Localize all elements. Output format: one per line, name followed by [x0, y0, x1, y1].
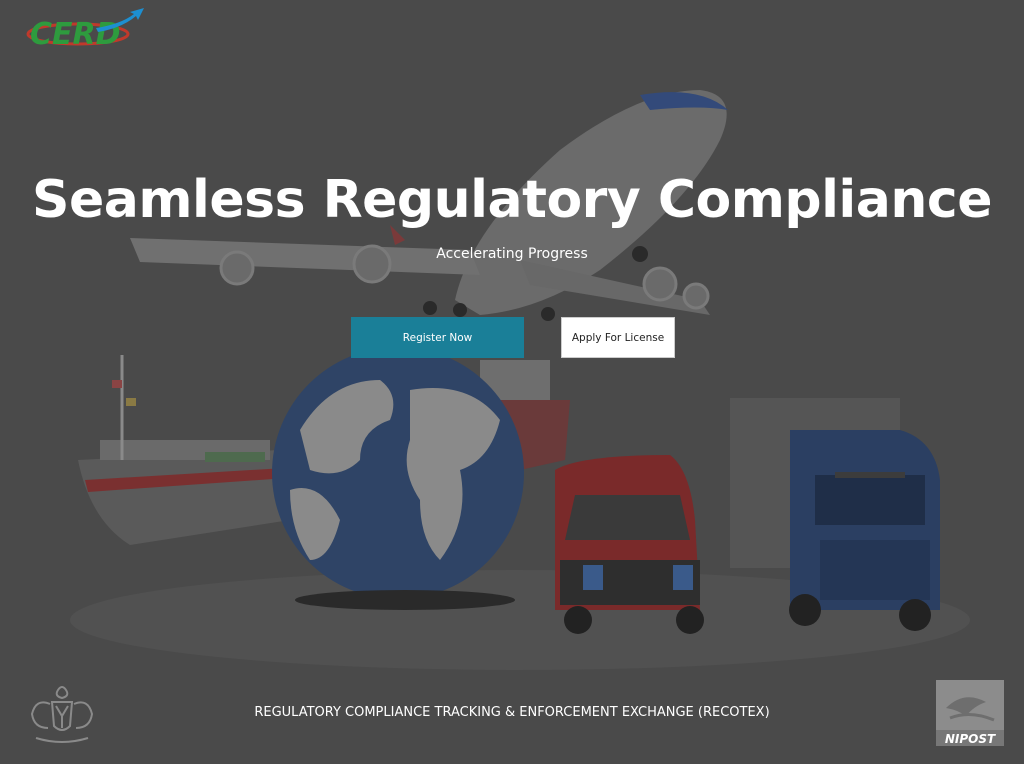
- hero-subtitle: Accelerating Progress: [436, 246, 588, 262]
- nipost-logo-text: NIPOST: [944, 732, 996, 746]
- hero-title: Seamless Regulatory Compliance: [32, 170, 992, 230]
- logo-text: CERD: [30, 17, 121, 52]
- register-now-button[interactable]: Register Now: [351, 317, 524, 358]
- cerd-logo[interactable]: CERD: [26, 6, 146, 52]
- footer-title: REGULATORY COMPLIANCE TRACKING & ENFORCE…: [254, 705, 770, 720]
- dark-overlay: [0, 0, 1024, 764]
- apply-for-license-button[interactable]: Apply For License: [561, 317, 675, 358]
